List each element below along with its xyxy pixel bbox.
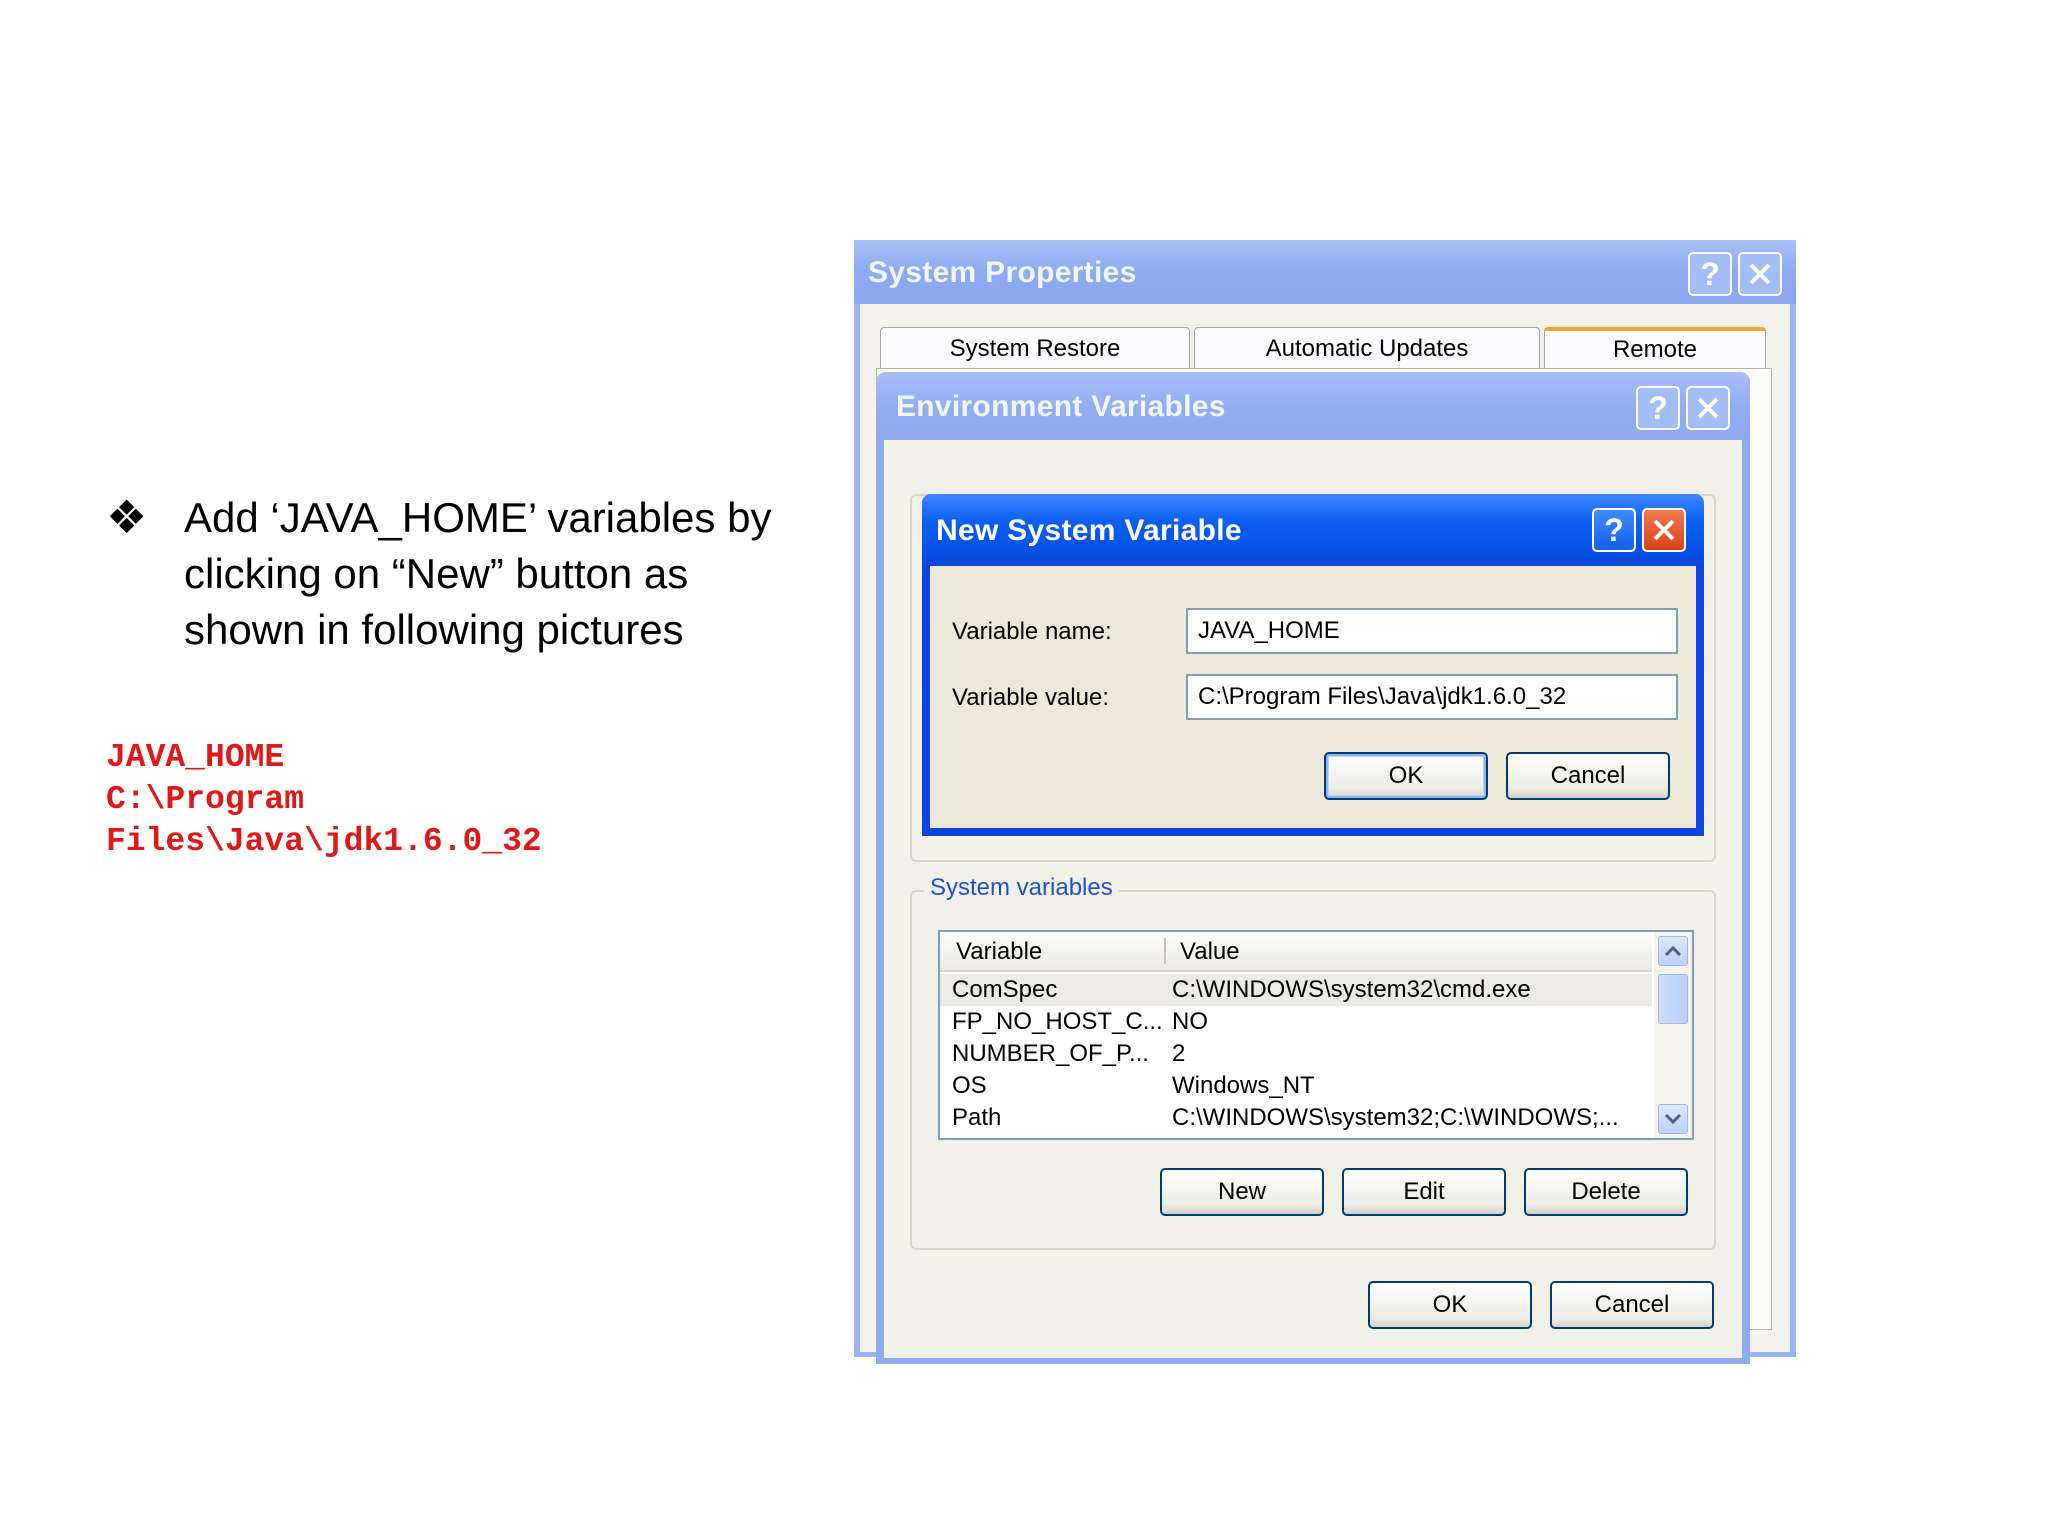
nsv-ok-button[interactable]: OK <box>1324 752 1488 800</box>
close-icon <box>1697 397 1719 419</box>
variable-cell: FP_NO_HOST_C... <box>952 1008 1163 1035</box>
close-icon <box>1749 263 1771 285</box>
table-row[interactable]: FP_NO_HOST_C... NO <box>940 1006 1652 1038</box>
chevron-down-icon <box>1664 1113 1682 1125</box>
system-variables-list[interactable]: Variable Value ComSpec C:\WINDOWS\system… <box>938 930 1694 1140</box>
value-cell: C:\WINDOWS\system32;C:\WINDOWS;... <box>1172 1104 1619 1131</box>
value-cell: NO <box>1172 1008 1208 1035</box>
table-row[interactable]: OS Windows_NT <box>940 1070 1652 1102</box>
value-cell: C:\WINDOWS\system32\cmd.exe <box>1172 976 1531 1003</box>
column-header-variable[interactable]: Variable <box>956 938 1042 966</box>
code-line: C:\Program <box>106 781 305 818</box>
close-icon <box>1653 519 1675 541</box>
new-button[interactable]: New <box>1160 1168 1324 1216</box>
list-header: Variable Value <box>940 932 1652 972</box>
value-cell: 2 <box>1172 1040 1186 1067</box>
sp-close-button[interactable] <box>1738 252 1782 296</box>
ev-ok-button[interactable]: OK <box>1368 1281 1532 1329</box>
delete-button[interactable]: Delete <box>1524 1168 1688 1216</box>
column-header-value[interactable]: Value <box>1180 938 1240 966</box>
ev-cancel-button[interactable]: Cancel <box>1550 1281 1714 1329</box>
variable-cell: Path <box>952 1104 1002 1131</box>
system-variables-label: System variables <box>924 874 1119 902</box>
system-properties-title: System Properties <box>868 256 1137 289</box>
column-separator[interactable] <box>1164 938 1166 964</box>
list-scrollbar[interactable] <box>1654 932 1692 1138</box>
chevron-up-icon <box>1664 945 1682 957</box>
instruction-text: Add ‘JAVA_HOME’ variables by clicking on… <box>184 490 824 658</box>
variable-value-input[interactable]: C:\Program Files\Java\jdk1.6.0_32 <box>1186 674 1678 720</box>
variable-name-input[interactable]: JAVA_HOME <box>1186 608 1678 654</box>
tab-system-restore[interactable]: System Restore <box>880 327 1190 369</box>
sp-help-button[interactable]: ? <box>1688 252 1732 296</box>
nsv-cancel-button[interactable]: Cancel <box>1506 752 1670 800</box>
ev-help-button[interactable]: ? <box>1636 386 1680 430</box>
bullet-icon: ❖ <box>106 491 148 543</box>
ev-close-button[interactable] <box>1686 386 1730 430</box>
code-snippet: JAVA_HOME C:\Program Files\Java\jdk1.6.0… <box>106 737 542 863</box>
nsv-help-button[interactable]: ? <box>1592 508 1636 552</box>
variable-cell: OS <box>952 1072 987 1099</box>
scroll-down-button[interactable] <box>1658 1104 1688 1134</box>
code-line: JAVA_HOME <box>106 739 285 776</box>
new-system-variable-title: New System Variable <box>936 514 1242 547</box>
tab-remote[interactable]: Remote <box>1544 327 1766 369</box>
variable-cell: ComSpec <box>952 976 1058 1003</box>
nsv-close-button[interactable] <box>1642 508 1686 552</box>
help-icon: ? <box>1700 256 1720 292</box>
table-row[interactable]: Path C:\WINDOWS\system32;C:\WINDOWS;... <box>940 1102 1652 1134</box>
edit-button[interactable]: Edit <box>1342 1168 1506 1216</box>
help-icon: ? <box>1648 390 1668 426</box>
table-row[interactable]: ComSpec C:\WINDOWS\system32\cmd.exe <box>940 974 1652 1006</box>
scroll-thumb[interactable] <box>1658 974 1688 1024</box>
variable-cell: NUMBER_OF_P... <box>952 1040 1149 1067</box>
instruction-line: clicking on “New” button as <box>184 550 689 597</box>
help-icon: ? <box>1604 512 1624 548</box>
instruction-line: Add ‘JAVA_HOME’ variables by <box>184 494 772 541</box>
scroll-up-button[interactable] <box>1658 936 1688 966</box>
variable-name-label: Variable name: <box>952 618 1112 645</box>
environment-variables-title: Environment Variables <box>896 390 1226 423</box>
variable-value-label: Variable value: <box>952 684 1109 711</box>
instruction-line: shown in following pictures <box>184 606 684 653</box>
code-line: Files\Java\jdk1.6.0_32 <box>106 823 542 860</box>
table-row[interactable]: NUMBER_OF_P... 2 <box>940 1038 1652 1070</box>
value-cell: Windows_NT <box>1172 1072 1315 1099</box>
tab-automatic-updates[interactable]: Automatic Updates <box>1194 327 1540 369</box>
